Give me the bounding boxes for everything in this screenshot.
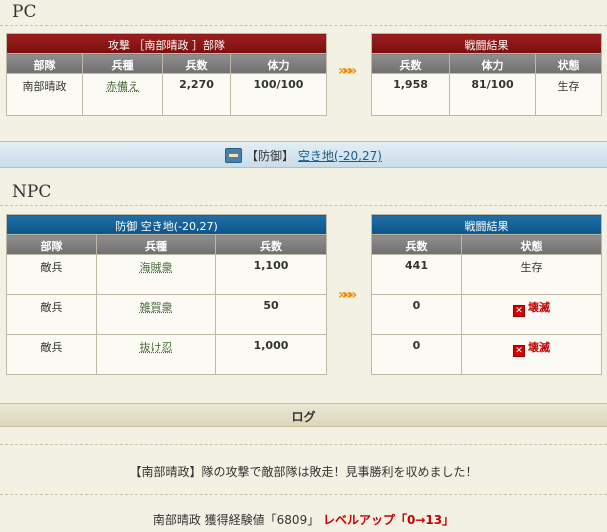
- divider: [0, 444, 607, 445]
- pc-section-header: PC: [0, 0, 607, 26]
- col-header-count: 兵数: [162, 53, 231, 74]
- col-header-hp: 体力: [230, 53, 327, 74]
- npc-heading: NPC: [12, 182, 52, 202]
- col-header-type: 兵種: [82, 53, 163, 74]
- pc-result-count: 1,958: [371, 73, 450, 116]
- npc-troop-count: 1,100: [215, 254, 327, 295]
- npc-unit-name: 敵兵: [6, 334, 97, 375]
- npc-troop-type-link[interactable]: 海賊衆: [140, 261, 173, 274]
- npc-result-count: 441: [371, 254, 462, 295]
- table-row: 0 ✕ 壊滅: [371, 294, 602, 335]
- destroyed-icon: ✕: [513, 345, 525, 357]
- banner-prefix: 【防御】: [246, 149, 295, 163]
- banner-location-link[interactable]: 空き地(-20,27): [298, 149, 382, 163]
- pc-result-caption: 戦闘結果: [371, 33, 602, 54]
- npc-col-type: 兵種: [96, 234, 216, 255]
- levelup-text: レベルアップ「0→13」: [323, 513, 455, 527]
- pc-troop-count: 2,270: [162, 73, 231, 116]
- location-map-icon: [225, 148, 243, 163]
- attack-caption: 攻撃 ［南部晴政 ］部隊: [6, 33, 327, 54]
- npc-unit-name: 敵兵: [6, 294, 97, 335]
- npc-defense-table: 防御 空き地(-20,27) 部隊 兵種 兵数 敵兵 海賊衆 1,100 敵兵 …: [6, 214, 327, 375]
- table-row: 敵兵 抜け忍 1,000: [6, 334, 327, 375]
- npc-result-table: 戦闘結果 兵数 状態 441 生存 0 ✕ 壊滅 0 ✕ 壊滅: [371, 214, 602, 375]
- npc-col-count: 兵数: [215, 234, 327, 255]
- npc-section-header: NPC: [0, 180, 607, 206]
- experience-line: 南部晴政 獲得経験値「6809」 レベルアップ「0→13」: [0, 511, 607, 528]
- defense-location-banner: 【防御】 空き地(-20,27): [0, 141, 607, 168]
- pc-result-hp: 81/100: [449, 73, 536, 116]
- table-row: 敵兵 雑賀衆 50: [6, 294, 327, 335]
- pc-troop-hp: 100/100: [230, 73, 327, 116]
- destroyed-icon: ✕: [513, 305, 525, 317]
- col-header-unit: 部隊: [6, 53, 83, 74]
- battle-log-message: 【南部晴政】隊の攻撃で敵部隊は敗走！見事勝利を収めました！: [129, 465, 478, 479]
- npc-result-status: 壊滅: [528, 341, 550, 354]
- divider: [0, 494, 607, 495]
- npc-troop-type-link[interactable]: 抜け忍: [140, 341, 173, 354]
- experience-text: 南部晴政 獲得経験値「6809」: [152, 513, 320, 527]
- pc-unit-name: 南部晴政: [6, 73, 83, 116]
- defense-caption: 防御 空き地(-20,27): [6, 214, 327, 235]
- npc-troop-count: 1,000: [215, 334, 327, 375]
- pc-troop-type-link[interactable]: 赤備え: [106, 80, 139, 93]
- table-row: 敵兵 海賊衆 1,100: [6, 254, 327, 295]
- npc-result-status: 壊滅: [528, 301, 550, 314]
- result-col-status: 状態: [535, 53, 602, 74]
- npc-col-unit: 部隊: [6, 234, 97, 255]
- npc-result-count: 0: [371, 294, 462, 335]
- pc-result-status: 生存: [535, 73, 602, 116]
- pc-result-table: 戦闘結果 兵数 体力 状態 1,958 81/100 生存: [371, 33, 602, 116]
- npc-result-count: 0: [371, 334, 462, 375]
- pc-heading: PC: [12, 2, 37, 22]
- result-col-hp: 体力: [449, 53, 536, 74]
- table-row: 0 ✕ 壊滅: [371, 334, 602, 375]
- result-col-count: 兵数: [371, 53, 450, 74]
- npc-result-arrow-icon: »»»: [338, 287, 357, 303]
- npc-result-col-count: 兵数: [371, 234, 462, 255]
- pc-result-arrow-icon: »»»: [338, 63, 357, 79]
- pc-attack-table: 攻撃 ［南部晴政 ］部隊 部隊 兵種 兵数 体力 南部晴政 赤備え 2,270 …: [6, 33, 327, 116]
- npc-result-status: 生存: [461, 254, 602, 295]
- npc-result-col-status: 状態: [461, 234, 602, 255]
- table-row: 441 生存: [371, 254, 602, 295]
- npc-result-caption: 戦闘結果: [371, 214, 602, 235]
- npc-troop-type-link[interactable]: 雑賀衆: [140, 301, 173, 314]
- log-title: ログ: [0, 403, 607, 427]
- npc-troop-count: 50: [215, 294, 327, 335]
- npc-unit-name: 敵兵: [6, 254, 97, 295]
